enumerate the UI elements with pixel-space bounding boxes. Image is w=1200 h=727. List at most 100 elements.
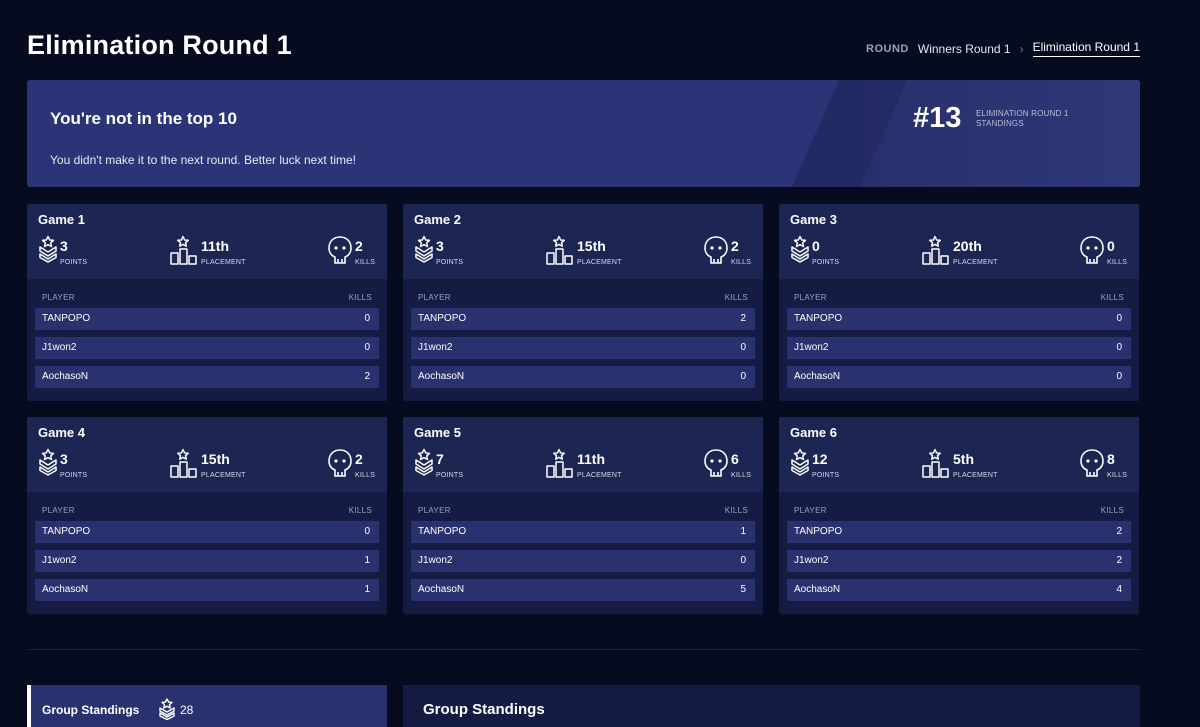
- skull-icon: [1079, 235, 1105, 270]
- kills-label: KILLS: [1107, 259, 1128, 266]
- points-value: 3: [60, 451, 68, 467]
- podium-star-icon: [546, 448, 574, 483]
- player-kills: 4: [1116, 584, 1122, 595]
- kills-column-header: KILLS: [724, 293, 748, 302]
- game-title: Game 4: [38, 425, 85, 440]
- player-name: AochasoN: [794, 584, 841, 595]
- player-kills: 1: [364, 584, 370, 595]
- player-column-header: PLAYER: [418, 293, 451, 302]
- player-table-header: PLAYER KILLS: [418, 506, 748, 515]
- kills-column-header: KILLS: [348, 293, 372, 302]
- kills-value: 0: [1107, 238, 1115, 254]
- points-label: POINTS: [436, 259, 464, 266]
- points-label: POINTS: [60, 259, 88, 266]
- placement-value: 15th: [577, 238, 606, 254]
- player-row: AochasoN 0: [411, 366, 755, 388]
- kills-stat: 8 KILLS: [1079, 448, 1139, 480]
- kills-value: 2: [355, 451, 363, 467]
- kills-label: KILLS: [355, 259, 376, 266]
- game-card: Game 6 12 POINTS 5th PLACEMENT 8 KILLS P…: [779, 417, 1139, 614]
- banner-subtitle: You didn't make it to the next round. Be…: [50, 153, 357, 167]
- placement-label: PLACEMENT: [201, 259, 246, 266]
- player-kills: 5: [740, 584, 746, 595]
- placement-label: PLACEMENT: [577, 472, 622, 479]
- game-title: Game 5: [414, 425, 461, 440]
- points-label: POINTS: [812, 472, 840, 479]
- player-row: AochasoN 1: [35, 579, 379, 601]
- player-kills: 0: [1116, 342, 1122, 353]
- group-standings-panel-title: Group Standings: [423, 701, 545, 718]
- points-label: POINTS: [436, 472, 464, 479]
- player-row: J1won2 0: [787, 337, 1131, 359]
- points-stat: 3 POINTS: [38, 448, 108, 480]
- player-row: TANPOPO 0: [35, 521, 379, 543]
- player-kills: 1: [740, 526, 746, 537]
- player-column-header: PLAYER: [418, 506, 451, 515]
- points-chevron-icon: [414, 235, 434, 268]
- player-row: TANPOPO 0: [35, 308, 379, 330]
- points-stat: 12 POINTS: [790, 448, 860, 480]
- kills-label: KILLS: [355, 472, 376, 479]
- standing-rank: #13: [913, 102, 962, 134]
- player-row: TANPOPO 2: [411, 308, 755, 330]
- group-standings-tab[interactable]: Group Standings 28: [27, 685, 387, 727]
- game-card: Game 4 3 POINTS 15th PLACEMENT 2 KILLS P…: [27, 417, 387, 614]
- section-divider: [27, 649, 1140, 650]
- placement-stat: 11th PLACEMENT: [546, 448, 666, 480]
- player-kills: 0: [740, 555, 746, 566]
- player-name: AochasoN: [42, 584, 89, 595]
- placement-label: PLACEMENT: [953, 472, 998, 479]
- kills-stat: 2 KILLS: [703, 235, 763, 267]
- player-row: J1won2 0: [411, 337, 755, 359]
- player-column-header: PLAYER: [794, 293, 827, 302]
- player-kills: 2: [740, 313, 746, 324]
- breadcrumb-winners-round-1[interactable]: Winners Round 1: [918, 42, 1011, 56]
- player-name: TANPOPO: [42, 313, 91, 324]
- player-row: AochasoN 5: [411, 579, 755, 601]
- player-name: TANPOPO: [418, 526, 467, 537]
- player-name: AochasoN: [418, 584, 465, 595]
- kills-label: KILLS: [1107, 472, 1128, 479]
- kills-value: 8: [1107, 451, 1115, 467]
- player-kills: 0: [740, 371, 746, 382]
- player-name: J1won2: [42, 555, 77, 566]
- player-kills: 0: [740, 342, 746, 353]
- placement-label: PLACEMENT: [577, 259, 622, 266]
- game-card-header: Game 2 3 POINTS 15th PLACEMENT 2 KILLS: [403, 204, 763, 279]
- player-column-header: PLAYER: [42, 293, 75, 302]
- placement-value: 11th: [201, 238, 230, 254]
- kills-column-header: KILLS: [1100, 293, 1124, 302]
- points-chevron-icon: [158, 698, 176, 725]
- player-column-header: PLAYER: [42, 506, 75, 515]
- banner-title: You're not in the top 10: [50, 109, 237, 128]
- points-label: POINTS: [60, 472, 88, 479]
- kills-stat: 0 KILLS: [1079, 235, 1139, 267]
- player-kills: 2: [1116, 555, 1122, 566]
- kills-label: KILLS: [731, 472, 752, 479]
- placement-stat: 15th PLACEMENT: [170, 448, 290, 480]
- podium-star-icon: [922, 448, 950, 483]
- player-row: J1won2 0: [411, 550, 755, 572]
- placement-value: 5th: [953, 451, 974, 467]
- breadcrumb-elimination-round-1[interactable]: Elimination Round 1: [1032, 40, 1140, 57]
- points-chevron-icon: [38, 448, 58, 481]
- placement-stat: 20th PLACEMENT: [922, 235, 1042, 267]
- skull-icon: [327, 235, 353, 270]
- kills-value: 6: [731, 451, 739, 467]
- player-name: TANPOPO: [794, 526, 843, 537]
- player-name: TANPOPO: [418, 313, 467, 324]
- placement-label: PLACEMENT: [953, 259, 998, 266]
- player-row: TANPOPO 1: [411, 521, 755, 543]
- player-table-header: PLAYER KILLS: [42, 293, 372, 302]
- game-title: Game 2: [414, 212, 461, 227]
- podium-star-icon: [922, 235, 950, 270]
- player-name: J1won2: [418, 342, 453, 353]
- podium-star-icon: [170, 448, 198, 483]
- player-row: AochasoN 4: [787, 579, 1131, 601]
- player-name: J1won2: [418, 555, 453, 566]
- breadcrumb: ROUND Winners Round 1 › Elimination Roun…: [866, 40, 1140, 57]
- chevron-right-icon: ›: [1019, 41, 1024, 56]
- points-value: 3: [436, 238, 444, 254]
- points-value: 7: [436, 451, 444, 467]
- player-kills: 2: [364, 371, 370, 382]
